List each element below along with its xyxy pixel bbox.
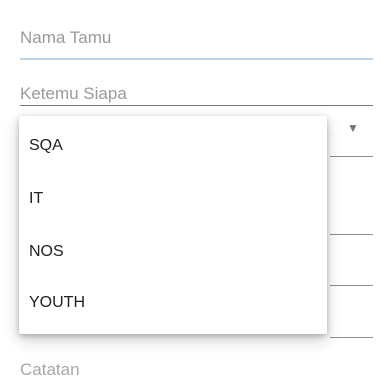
hidden-field-underline bbox=[330, 285, 373, 286]
menu-item-sqa[interactable]: SQA bbox=[19, 120, 327, 172]
dropdown-menu: SQA IT NOS YOUTH bbox=[19, 116, 327, 334]
catatan-field[interactable]: Catatan bbox=[20, 348, 373, 379]
menu-item-it[interactable]: IT bbox=[19, 173, 327, 225]
menu-item-nos[interactable]: NOS bbox=[19, 226, 327, 278]
hidden-field-underline bbox=[330, 337, 373, 338]
nama-tamu-field[interactable]: Nama Tamu bbox=[20, 22, 373, 62]
ketemu-siapa-placeholder: Ketemu Siapa bbox=[20, 84, 127, 103]
menu-item-youth[interactable]: YOUTH bbox=[19, 277, 327, 329]
ketemu-siapa-field[interactable]: Ketemu Siapa bbox=[20, 78, 373, 108]
nama-tamu-underline bbox=[20, 58, 373, 60]
dropdown-arrow-icon[interactable]: ▼ bbox=[347, 122, 359, 134]
catatan-placeholder: Catatan bbox=[20, 360, 80, 379]
hidden-field-underline bbox=[330, 234, 373, 235]
spinner-underline bbox=[330, 156, 373, 157]
nama-tamu-placeholder: Nama Tamu bbox=[20, 28, 112, 47]
ketemu-siapa-underline bbox=[20, 105, 373, 106]
